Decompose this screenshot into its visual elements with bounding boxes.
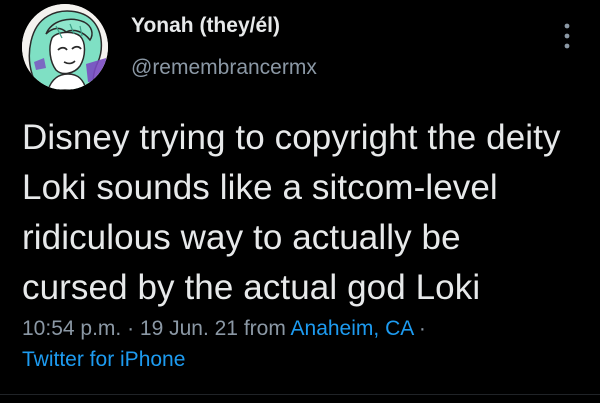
tweet-text-line: ridiculous way to actually be — [22, 218, 461, 257]
tweet-text-line: Disney trying to copyright the deity — [22, 118, 561, 157]
user-handle[interactable]: @remembrancermx — [131, 56, 317, 80]
meta-separator: · — [413, 317, 426, 340]
location-link[interactable]: Anaheim, CA — [291, 317, 414, 340]
avatar-illustration — [22, 4, 108, 90]
divider — [0, 394, 600, 395]
more-vertical-icon[interactable] — [555, 16, 579, 56]
tweet-card: Yonah (they/él) @remembrancermx Disney t… — [0, 0, 600, 403]
client-link[interactable]: Twitter for iPhone — [22, 348, 185, 371]
tweet-time[interactable]: 10:54 p.m. — [22, 317, 121, 340]
from-label: from — [238, 317, 291, 340]
tweet-date[interactable]: 19 Jun. 21 — [140, 317, 238, 340]
display-name[interactable]: Yonah (they/él) — [131, 14, 280, 38]
tweet-text: Disney trying to copyright the deity Lok… — [22, 113, 592, 313]
meta-separator: · — [121, 317, 140, 340]
tweet-text-line: cursed by the actual god Loki — [22, 268, 481, 307]
avatar[interactable] — [22, 4, 108, 90]
tweet-meta: 10:54 p.m. · 19 Jun. 21 from Anaheim, CA… — [22, 313, 582, 375]
tweet-text-line: Loki sounds like a sitcom-level — [22, 168, 498, 207]
